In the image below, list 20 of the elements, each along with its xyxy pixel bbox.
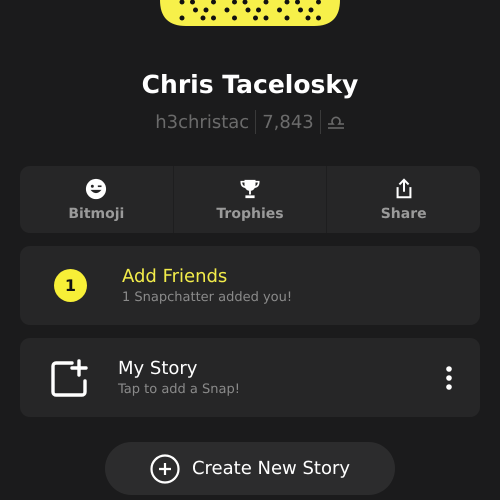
add-story-icon [50,358,88,396]
add-friends-card[interactable]: 1 Add Friends 1 Snapchatter added you! [20,246,480,325]
display-name: Chris Tacelosky [142,70,358,99]
create-story-button[interactable]: Create New Story [105,442,395,495]
count-badge: 1 [54,269,87,302]
add-friends-subtitle: 1 Snapchatter added you! [122,290,294,305]
add-friends-title: Add Friends [122,266,228,287]
trophy-icon [239,178,261,200]
action-button[interactable]: Bitmoji [20,166,173,233]
snap-score: 7,843 [262,112,314,132]
action-button[interactable]: Trophies [172,166,326,233]
my-story-card[interactable]: My Story Tap to add a Snap! [20,338,480,417]
more-options-icon[interactable] [446,366,452,390]
my-story-title: My Story [118,358,198,379]
winking-face-icon [85,178,108,200]
plus-circle-icon [150,454,180,484]
action-button[interactable]: Share [326,166,480,233]
zodiac-icon [326,115,345,129]
my-story-subtitle: Tap to add a Snap! [118,382,241,397]
username: h3christac [155,112,250,132]
